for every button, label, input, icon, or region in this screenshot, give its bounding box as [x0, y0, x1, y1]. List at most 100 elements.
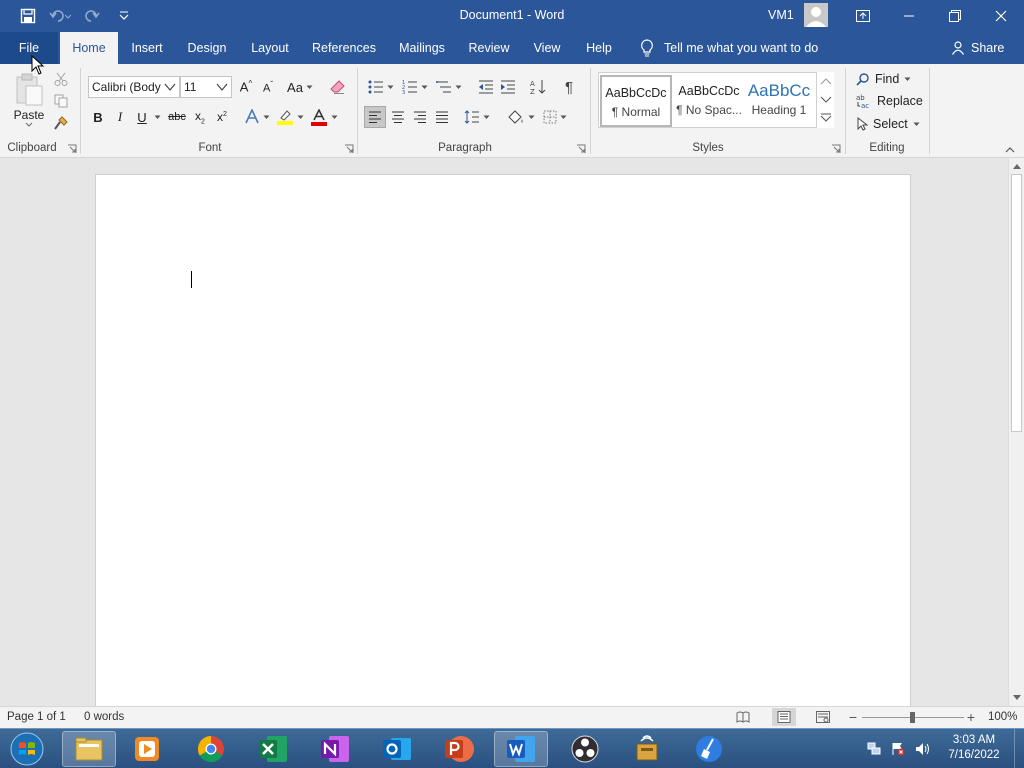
tab-references[interactable]: References — [306, 32, 382, 64]
bold-button[interactable]: B — [88, 106, 108, 128]
styles-more-button[interactable] — [817, 110, 834, 126]
strikethrough-button[interactable]: abc — [166, 106, 188, 128]
decrease-indent-button[interactable] — [476, 76, 496, 98]
paragraph-launcher[interactable] — [576, 143, 586, 153]
taskbar-outlook[interactable] — [370, 731, 424, 767]
start-button[interactable] — [2, 731, 52, 767]
zoom-slider-thumb[interactable] — [910, 712, 915, 723]
underline-button[interactable]: U — [132, 106, 152, 128]
ribbon-display-options-button[interactable] — [840, 0, 886, 32]
styles-scroll-up-button[interactable] — [817, 73, 834, 89]
tab-view[interactable]: View — [526, 32, 568, 64]
paste-button[interactable]: Paste — [10, 72, 48, 134]
vertical-scrollbar[interactable] — [1008, 158, 1024, 706]
show-desktop-button[interactable] — [1014, 729, 1024, 768]
share-button[interactable]: Share — [952, 32, 1004, 64]
styles-launcher[interactable] — [831, 143, 841, 153]
close-button[interactable] — [978, 0, 1024, 32]
font-size-combo[interactable]: 11 — [180, 76, 232, 98]
tab-layout[interactable]: Layout — [244, 32, 296, 64]
taskbar-powerpoint[interactable] — [432, 731, 486, 767]
font-color-button[interactable] — [308, 106, 340, 128]
taskbar-word[interactable] — [494, 731, 548, 767]
tab-home[interactable]: Home — [60, 32, 118, 64]
style-heading-1[interactable]: AaBbCc Heading 1 — [745, 75, 813, 127]
tab-insert[interactable]: Insert — [124, 32, 170, 64]
tell-me-search[interactable]: Tell me what you want to do — [640, 32, 818, 64]
justify-button[interactable] — [432, 106, 452, 128]
page-count[interactable]: Page 1 of 1 — [7, 711, 66, 723]
scrollbar-thumb[interactable] — [1011, 174, 1022, 432]
align-right-button[interactable] — [410, 106, 430, 128]
tab-design[interactable]: Design — [180, 32, 234, 64]
word-count[interactable]: 0 words — [84, 711, 124, 723]
shading-button[interactable] — [504, 106, 538, 128]
sort-button[interactable]: AZ — [528, 76, 548, 98]
scroll-down-button[interactable] — [1010, 691, 1023, 703]
show-formatting-marks-button[interactable]: ¶ — [558, 76, 580, 98]
multilevel-list-icon — [436, 81, 451, 93]
increase-indent-button[interactable] — [498, 76, 518, 98]
shrink-font-button[interactable]: Aˇ — [258, 76, 278, 98]
user-name[interactable]: VM1 — [768, 8, 794, 22]
styles-scroll-down-button[interactable] — [817, 92, 834, 108]
restore-button[interactable] — [932, 0, 978, 32]
scroll-up-button[interactable] — [1010, 160, 1023, 172]
style-normal[interactable]: AaBbCcDc ¶ Normal — [600, 75, 672, 127]
taskbar-media-player[interactable] — [120, 731, 174, 767]
text-effects-button[interactable] — [242, 106, 272, 128]
taskbar-cleaner[interactable] — [682, 731, 736, 767]
select-button[interactable]: Select — [856, 115, 920, 133]
plus-icon: + — [966, 709, 976, 725]
tray-volume-icon[interactable] — [914, 741, 932, 757]
zoom-slider[interactable] — [862, 712, 964, 723]
font-launcher[interactable] — [344, 143, 354, 153]
taskbar-obs[interactable] — [558, 731, 612, 767]
read-mode-button[interactable] — [734, 709, 752, 725]
italic-button[interactable]: I — [110, 106, 130, 128]
superscript-button[interactable]: x2 — [212, 106, 232, 128]
print-layout-button[interactable] — [772, 708, 796, 726]
document-page[interactable] — [95, 174, 911, 706]
multilevel-list-button[interactable] — [434, 76, 464, 98]
font-family-combo[interactable]: Calibri (Body — [88, 76, 180, 98]
minimize-button[interactable] — [886, 0, 932, 32]
underline-options-button[interactable] — [152, 106, 162, 128]
taskbar-onenote[interactable] — [308, 731, 362, 767]
tab-help[interactable]: Help — [578, 32, 620, 64]
numbering-button[interactable]: 123 — [400, 76, 430, 98]
tray-network-icon[interactable] — [866, 741, 882, 757]
taskbar-file-explorer[interactable] — [62, 731, 116, 767]
replace-button[interactable]: ab ac Replace — [856, 92, 923, 110]
tray-action-center-icon[interactable] — [890, 741, 906, 757]
taskbar-excel[interactable] — [246, 731, 300, 767]
find-button[interactable]: Find — [856, 70, 911, 88]
zoom-out-button[interactable]: − — [846, 709, 860, 725]
taskbar-chrome[interactable] — [184, 731, 238, 767]
borders-button[interactable] — [540, 106, 570, 128]
copy-button[interactable] — [52, 92, 70, 110]
change-case-button[interactable]: Aa — [285, 76, 315, 98]
subscript-button[interactable]: x2 — [190, 106, 210, 128]
line-spacing-button[interactable] — [462, 106, 492, 128]
style-no-spacing[interactable]: AaBbCcDc ¶ No Spac... — [673, 75, 745, 127]
cut-button[interactable] — [52, 70, 70, 88]
tab-mailings[interactable]: Mailings — [392, 32, 452, 64]
text-highlight-button[interactable] — [274, 106, 306, 128]
web-layout-button[interactable] — [814, 709, 832, 725]
zoom-in-button[interactable]: + — [964, 709, 978, 725]
clipboard-launcher[interactable] — [67, 143, 77, 153]
avatar[interactable] — [804, 3, 828, 27]
tab-file[interactable]: File — [0, 32, 58, 64]
taskbar-app-archive[interactable] — [620, 731, 674, 767]
zoom-level[interactable]: 100% — [988, 711, 1017, 723]
align-left-button[interactable] — [364, 106, 386, 128]
bullets-button[interactable] — [366, 76, 396, 98]
system-clock[interactable]: 3:03 AM 7/16/2022 — [944, 733, 1004, 763]
align-center-button[interactable] — [388, 106, 408, 128]
collapse-ribbon-button[interactable] — [1002, 142, 1018, 156]
clear-formatting-button[interactable] — [326, 76, 350, 98]
grow-font-button[interactable]: A^ — [236, 76, 256, 98]
format-painter-button[interactable] — [52, 114, 70, 132]
tab-review[interactable]: Review — [462, 32, 516, 64]
